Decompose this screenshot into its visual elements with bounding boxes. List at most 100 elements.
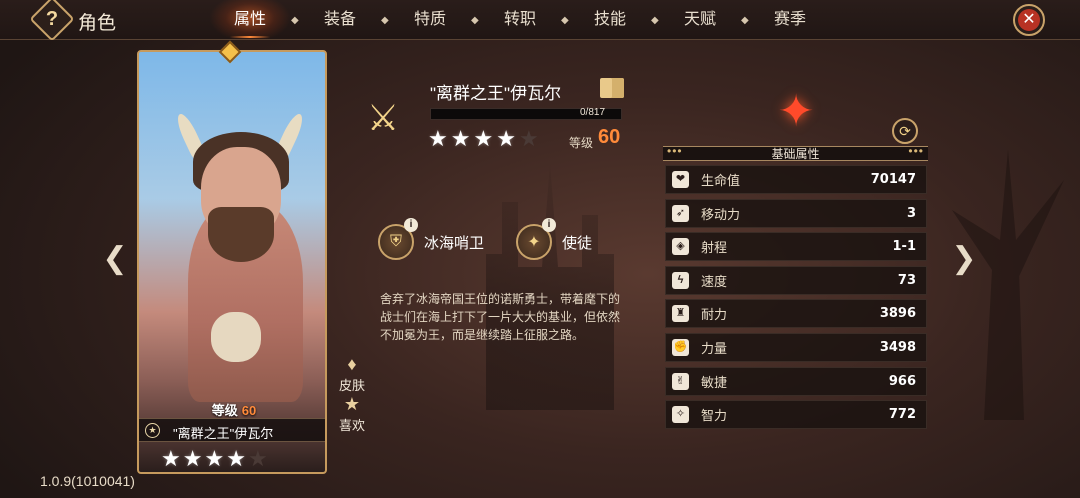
attr-name: 射程 xyxy=(701,240,728,256)
trait-label: 冰海哨卫 xyxy=(424,234,485,252)
card-level-value: 60 xyxy=(241,403,257,418)
hero-portrait xyxy=(153,92,323,412)
attributes-list: ❤ 生命值 70147 ➶ 移动力 3 ◈ 射程 1-1 ϟ 速度 73 ♜ 耐… xyxy=(665,165,927,434)
attr-row-stamina: ♜ 耐力 3896 xyxy=(665,299,927,329)
target-icon: ◈ xyxy=(672,238,689,256)
hero-skull-ornament xyxy=(211,312,261,362)
attributes-header-title: 基础属性 xyxy=(771,147,820,161)
hero-card[interactable]: 等级 60 ★ "离群之王"伊瓦尔 ★ ★ ★ ★ ★ xyxy=(137,50,327,474)
next-hero-arrow-icon[interactable]: ❯ xyxy=(945,240,983,278)
attr-row-agility: ✌ 敏捷 966 xyxy=(665,366,927,396)
emote-button[interactable]: ★ 喜欢 xyxy=(332,394,372,435)
experience-text: 0/817 xyxy=(580,107,606,118)
attr-value: 70147 xyxy=(870,172,916,187)
close-icon: ✕ xyxy=(1018,9,1040,31)
refresh-icon[interactable]: ⟳ xyxy=(892,118,918,144)
hero-title: "离群之王"伊瓦尔 xyxy=(430,84,562,103)
attr-row-movement: ➶ 移动力 3 xyxy=(665,198,927,228)
tab-season[interactable]: 赛季 xyxy=(745,0,835,40)
skin-button[interactable]: ♦ 皮肤 xyxy=(332,354,372,395)
header-dots-right: ••• xyxy=(908,144,924,158)
heart-icon: ❤ xyxy=(672,171,689,188)
hero-level-label: 等级 xyxy=(569,136,594,150)
info-icon[interactable]: i xyxy=(404,218,418,232)
emote-star-icon: ★ xyxy=(343,394,361,414)
top-bar: ? 角色 属性 ◆ 装备 ◆ 特质 ◆ 转职 ◆ 技能 ◆ 天赋 ◆ 赛季 ✕ xyxy=(0,0,1080,42)
sparkle-icon: ✧ xyxy=(672,406,689,424)
version-label: 1.0.9(1010041) xyxy=(40,473,135,489)
skin-icon: ♦ xyxy=(347,354,357,374)
attr-name: 力量 xyxy=(701,340,728,356)
trait-label: 使徒 xyxy=(562,234,593,252)
agility-icon: ✌ xyxy=(672,372,689,390)
attr-value: 966 xyxy=(888,373,916,389)
hero-star-rating: ★ ★ ★ ★ ★ xyxy=(428,126,539,152)
attr-name: 生命值 xyxy=(701,173,741,188)
card-level: 等级 60 xyxy=(139,400,325,419)
trait-apostle[interactable]: ✦ i 使徒 xyxy=(516,218,593,260)
attr-row-intelligence: ✧ 智力 772 xyxy=(665,400,927,430)
star-icon: ★ xyxy=(247,446,268,471)
boot-icon: ➶ xyxy=(672,204,689,222)
tab-talents[interactable]: 天赋 xyxy=(655,0,745,40)
star-icon: ★ xyxy=(518,126,539,151)
sentinel-helmet-icon: ⛨ i xyxy=(378,218,418,260)
tab-equipment[interactable]: 装备 xyxy=(295,0,385,40)
background-tree xyxy=(952,150,1064,420)
attr-row-range: ◈ 射程 1-1 xyxy=(665,232,927,262)
attr-value: 3896 xyxy=(879,306,916,322)
star-icon: ★ xyxy=(473,126,494,151)
info-icon[interactable]: i xyxy=(542,218,556,232)
star-icon: ★ xyxy=(496,126,516,151)
trait-ice-sea-sentinel[interactable]: ⛨ i 冰海哨卫 xyxy=(378,218,485,260)
attr-value: 1-1 xyxy=(892,239,917,255)
help-icon-glyph: ? xyxy=(45,7,59,30)
star-icon: ★ xyxy=(161,446,181,471)
star-badge-icon: ★ xyxy=(145,423,160,438)
attr-name: 耐力 xyxy=(701,307,728,323)
attr-name: 速度 xyxy=(701,273,728,289)
star-icon: ★ xyxy=(428,126,448,151)
attr-row-hp: ❤ 生命值 70147 xyxy=(665,165,927,194)
skin-label: 皮肤 xyxy=(338,378,365,393)
stamina-icon: ♜ xyxy=(672,305,689,323)
card-level-label: 等级 xyxy=(211,403,238,418)
lore-book-icon[interactable] xyxy=(600,78,624,98)
page-title: 角色 xyxy=(78,13,117,34)
tab-class-change[interactable]: 转职 xyxy=(475,0,565,40)
attr-value: 3498 xyxy=(879,339,916,355)
attr-name: 移动力 xyxy=(701,206,741,222)
hero-lore-text: 舍弃了冰海帝国王位的诺斯勇士，带着麾下的战士们在海上打下了一片大大的基业，但依然… xyxy=(380,292,621,342)
apostle-emblem-icon: ✦ i xyxy=(516,218,556,260)
emote-label: 喜欢 xyxy=(338,418,365,433)
class-axes-icon: ⚔ xyxy=(366,97,400,138)
tab-traits[interactable]: 特质 xyxy=(385,0,475,40)
help-icon[interactable]: ? xyxy=(29,0,75,42)
card-star-rating: ★ ★ ★ ★ ★ xyxy=(161,446,268,472)
star-icon: ★ xyxy=(182,446,203,471)
attributes-header: ••• 基础属性 ••• xyxy=(663,144,928,161)
trait-glyph: ⛨ xyxy=(389,233,402,250)
trait-glyph: ✦ xyxy=(527,234,541,251)
hero-beard xyxy=(208,207,274,262)
tab-skills[interactable]: 技能 xyxy=(565,0,655,40)
star-icon: ★ xyxy=(450,126,471,151)
tab-bar: 属性 ◆ 装备 ◆ 特质 ◆ 转职 ◆ 技能 ◆ 天赋 ◆ 赛季 xyxy=(205,0,835,40)
attr-name: 智力 xyxy=(701,408,728,424)
attr-row-strength: ✊ 力量 3498 xyxy=(665,332,927,362)
attr-value: 73 xyxy=(897,272,916,288)
attr-value: 3 xyxy=(906,205,916,221)
compass-star-emblem-icon: ✦ xyxy=(777,87,815,136)
background-castle xyxy=(486,163,614,410)
hero-level-value: 60 xyxy=(598,126,621,148)
card-name-bar: ★ "离群之王"伊瓦尔 xyxy=(139,418,325,442)
fist-icon: ✊ xyxy=(672,338,689,356)
star-icon: ★ xyxy=(226,446,246,471)
attr-value: 772 xyxy=(888,407,916,423)
previous-hero-arrow-icon[interactable]: ❮ xyxy=(96,240,134,278)
close-button[interactable]: ✕ xyxy=(1013,4,1045,36)
attr-row-speed: ϟ 速度 73 xyxy=(665,265,927,295)
tab-attributes[interactable]: 属性 xyxy=(205,0,295,40)
attr-name: 敏捷 xyxy=(701,374,728,390)
star-icon: ★ xyxy=(204,446,225,471)
